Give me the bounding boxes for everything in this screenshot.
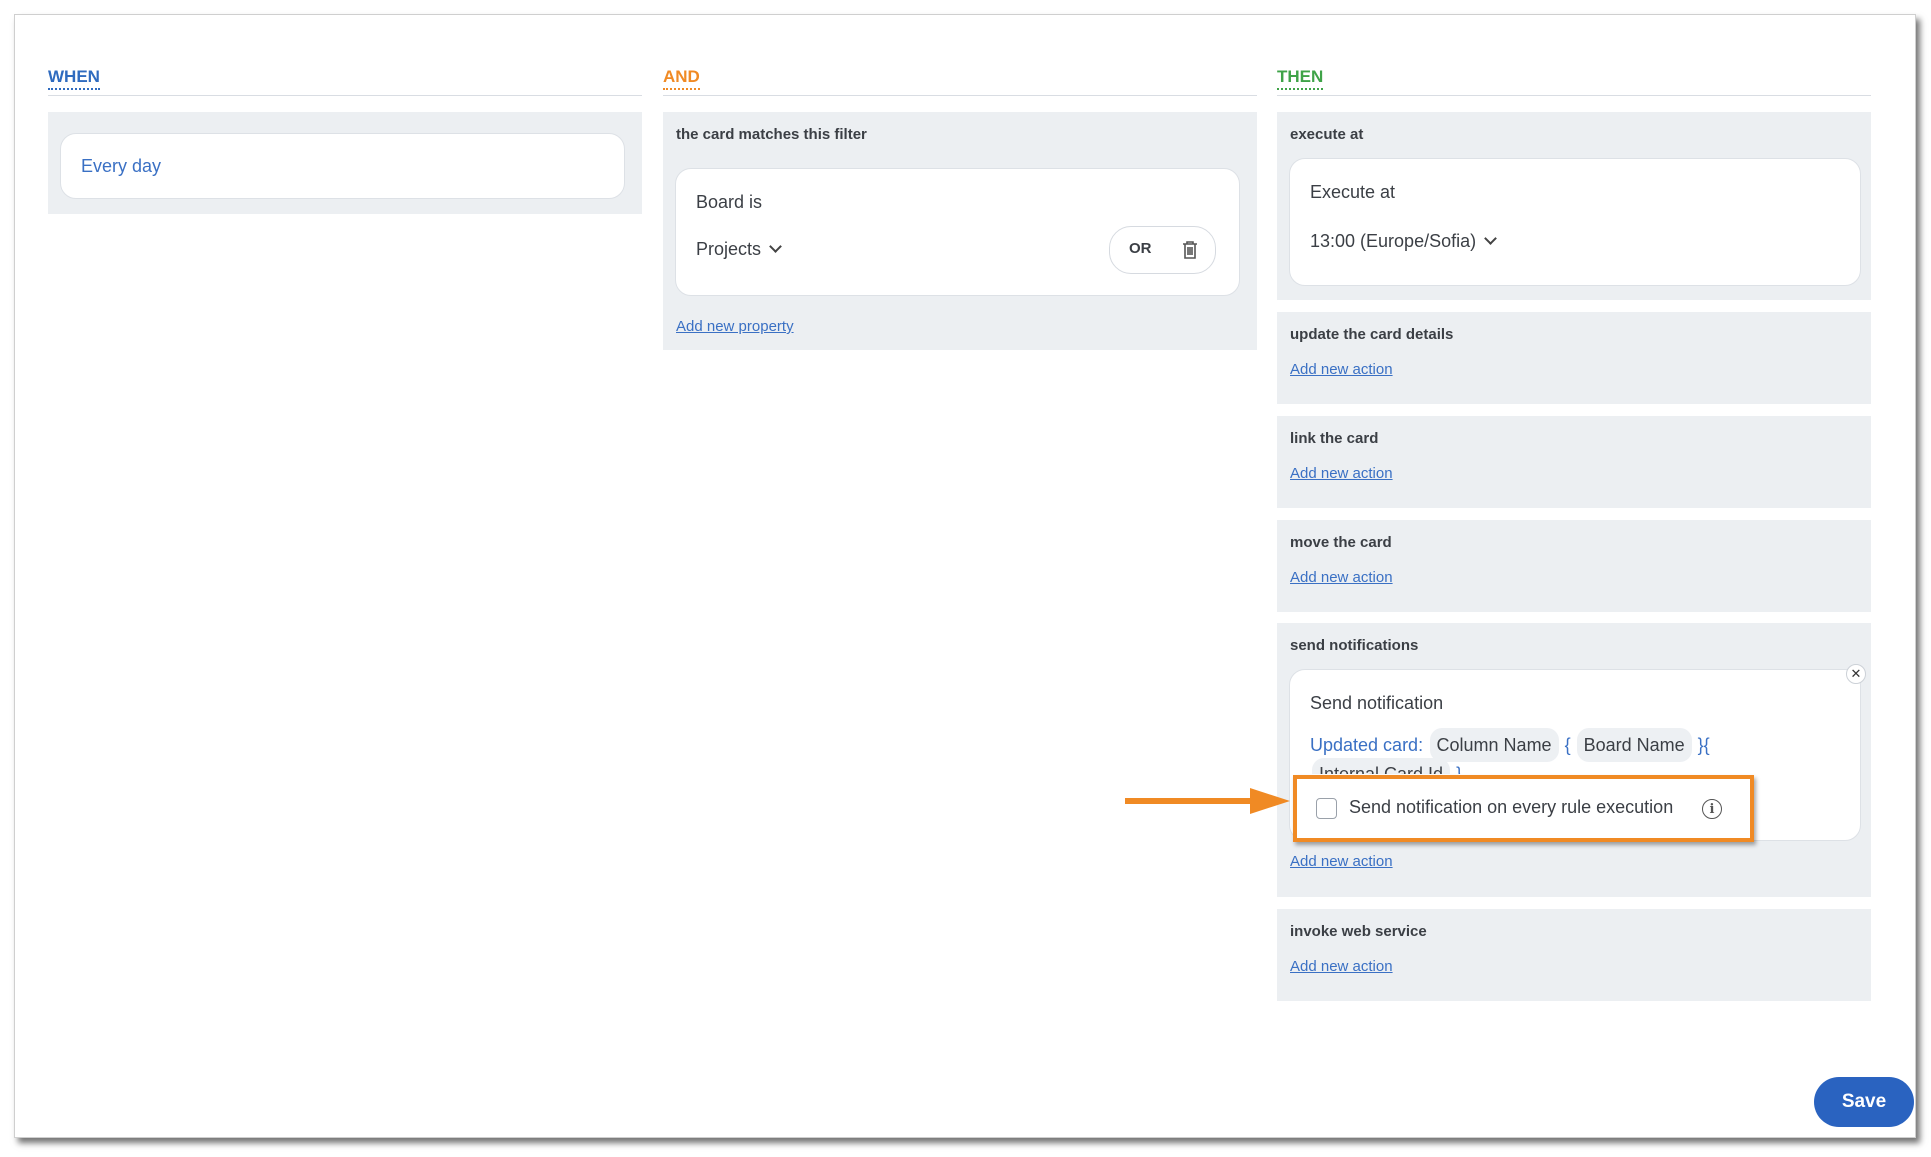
filter-label: the card matches this filter [676, 126, 867, 143]
board-dropdown[interactable]: Projects [696, 239, 782, 260]
notification-template-line2: Internal Card Id} [1310, 758, 1610, 774]
every-execution-checkbox[interactable] [1316, 798, 1337, 819]
update-add-action-link[interactable]: Add new action [1290, 361, 1393, 378]
invoke-webservice-panel: invoke web service Add new action [1277, 909, 1871, 1001]
link-card-panel: link the card Add new action [1277, 416, 1871, 508]
send-notifications-panel: send notifications ✕ Send notification U… [1277, 623, 1871, 897]
token-chip: Column Name [1429, 728, 1559, 762]
save-button[interactable]: Save [1814, 1077, 1914, 1127]
highlight-box: Send notification on every rule executio… [1293, 775, 1754, 842]
info-icon[interactable]: i [1702, 799, 1722, 819]
notification-title: Send notification [1310, 693, 1444, 713]
then-header: THEN [1277, 65, 1871, 96]
move-card-label: move the card [1290, 534, 1392, 551]
when-header: WHEN [48, 65, 642, 96]
and-header: AND [663, 65, 1257, 96]
update-card-panel: update the card details Add new action [1277, 312, 1871, 404]
and-header-label: AND [663, 67, 700, 90]
then-header-label: THEN [1277, 67, 1324, 90]
template-prefix: Updated card: [1310, 735, 1424, 755]
execute-at-card: Execute at 13:00 (Europe/Sofia) [1289, 158, 1861, 286]
update-card-label: update the card details [1290, 326, 1454, 343]
execute-time-value: 13:00 (Europe/Sofia) [1310, 231, 1477, 251]
link-card-label: link the card [1290, 430, 1379, 447]
invoke-webservice-label: invoke web service [1290, 923, 1427, 940]
or-button[interactable]: OR [1129, 240, 1152, 257]
execute-time-dropdown[interactable]: 13:00 (Europe/Sofia) [1310, 231, 1497, 252]
every-execution-label: Send notification on every rule executio… [1349, 797, 1674, 817]
chevron-down-icon [1484, 232, 1497, 245]
token-chip: Internal Card Id [1312, 758, 1451, 774]
close-icon[interactable]: ✕ [1846, 664, 1866, 684]
filter-condition-card: Board is Projects OR [675, 168, 1240, 296]
send-notifications-label: send notifications [1290, 637, 1419, 654]
board-dropdown-value: Projects [696, 239, 762, 259]
chevron-down-icon [769, 240, 782, 253]
when-panel: Every day [48, 112, 642, 214]
execute-at-title: Execute at [1310, 182, 1396, 202]
when-header-label: WHEN [48, 67, 100, 90]
webservice-add-action-link[interactable]: Add new action [1290, 958, 1393, 975]
condition-title: Board is [696, 192, 763, 212]
trash-icon[interactable] [1182, 240, 1198, 260]
trigger-value: Every day [81, 156, 162, 176]
add-property-link[interactable]: Add new property [676, 318, 794, 335]
arrow-icon [1125, 788, 1290, 814]
execute-at-label: execute at [1290, 126, 1364, 143]
rule-editor-window: WHEN Every day AND the card matches this… [14, 14, 1916, 1138]
execute-at-panel: execute at Execute at 13:00 (Europe/Sofi… [1277, 112, 1871, 300]
move-card-panel: move the card Add new action [1277, 520, 1871, 612]
trigger-selector[interactable]: Every day [60, 133, 625, 199]
filter-panel: the card matches this filter Board is Pr… [663, 112, 1257, 350]
condition-actions: OR [1109, 226, 1216, 274]
notify-add-action-link[interactable]: Add new action [1290, 853, 1393, 870]
move-add-action-link[interactable]: Add new action [1290, 569, 1393, 586]
link-add-action-link[interactable]: Add new action [1290, 465, 1393, 482]
token-chip: Board Name [1576, 728, 1692, 762]
